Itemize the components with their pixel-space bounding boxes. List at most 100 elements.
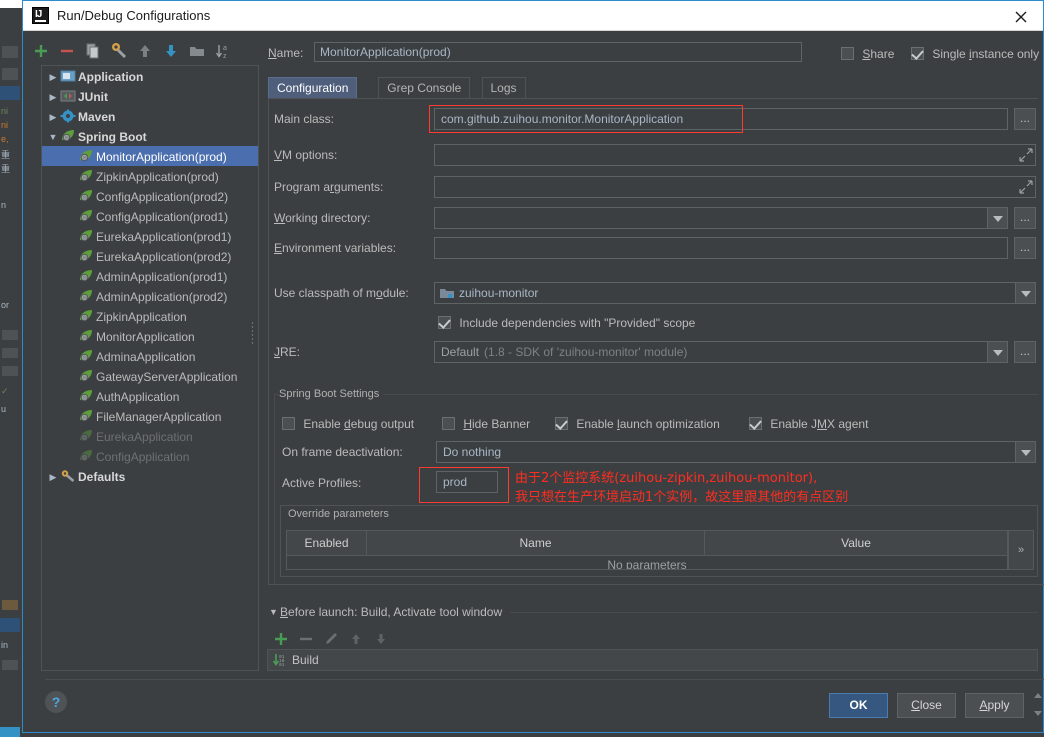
tree-item-adminapplicationprod2[interactable]: ☉ AdminApplication(prod2) xyxy=(42,286,258,306)
move-down-button[interactable] xyxy=(161,41,181,61)
tree-item-monitorapplication[interactable]: ☉ MonitorApplication xyxy=(42,326,258,346)
main-class-browse-button[interactable]: ... xyxy=(1014,108,1036,130)
program-arguments-expand-icon[interactable] xyxy=(1019,180,1033,194)
tree-item-monitorapplicationprod[interactable]: ☉ MonitorApplication(prod) xyxy=(42,146,258,166)
tree-item-eurekaapplication[interactable]: ☉ EurekaApplication xyxy=(42,426,258,446)
enable-jmx-agent-container[interactable]: Enable JMX agent xyxy=(749,416,868,431)
chevron-right-icon[interactable]: ▶ xyxy=(46,87,60,107)
jre-browse-button[interactable]: ... xyxy=(1014,341,1036,363)
tree-item-configapplicationprod1[interactable]: ☉ ConfigApplication(prod1) xyxy=(42,206,258,226)
working-directory-dropdown[interactable] xyxy=(987,208,1007,228)
tree-item-adminaapplication[interactable]: ☉ AdminaApplication xyxy=(42,346,258,366)
enable-jmx-agent-checkbox[interactable] xyxy=(749,417,762,431)
tree-item-authapplication[interactable]: ☉ AuthApplication xyxy=(42,386,258,406)
tree-item-zipkinapplication[interactable]: ☉ ZipkinApplication xyxy=(42,306,258,326)
hide-banner-label[interactable]: Hide Banner xyxy=(463,417,530,431)
chevron-down-icon[interactable]: ▼ xyxy=(46,127,60,147)
ok-button[interactable]: OK xyxy=(829,693,888,718)
single-instance-checkbox[interactable] xyxy=(911,47,924,61)
before-launch-add-button[interactable] xyxy=(271,629,291,649)
vm-options-expand-icon[interactable] xyxy=(1019,148,1033,162)
on-frame-deactivation-dropdown[interactable] xyxy=(1015,442,1035,462)
tree-group-defaults[interactable]: ▶ Defaults xyxy=(42,466,258,486)
enable-launch-optimization-container[interactable]: Enable launch optimization xyxy=(555,416,720,431)
enable-debug-output-container[interactable]: Enable debug output xyxy=(282,416,414,431)
tree-resize-grip[interactable] xyxy=(251,321,254,345)
enable-debug-output-checkbox[interactable] xyxy=(282,417,295,431)
tree-item-filemanagerapplication[interactable]: ☉ FileManagerApplication xyxy=(42,406,258,426)
tree-item-label: FileManagerApplication xyxy=(96,409,222,424)
working-directory-browse-button[interactable]: ... xyxy=(1014,207,1036,229)
classpath-module-combo[interactable]: zuihou-monitor xyxy=(434,282,1036,304)
tree-group-maven[interactable]: ▶ Maven xyxy=(42,106,258,126)
main-class-input[interactable]: com.github.zuihou.monitor.MonitorApplica… xyxy=(434,108,1008,130)
tab-grep-console[interactable]: Grep Console xyxy=(378,77,471,99)
before-launch-task-list[interactable]: 01 10 01 Build xyxy=(267,649,1038,671)
tree-item-adminapplicationprod1[interactable]: ☉ AdminApplication(prod1) xyxy=(42,266,258,286)
svg-text:☉: ☉ xyxy=(83,275,88,281)
share-checkbox-label[interactable]: Share xyxy=(862,47,894,61)
name-input[interactable]: MonitorApplication(prod) xyxy=(314,42,802,62)
tree-item-eurekaapplicationprod1[interactable]: ☉ EurekaApplication(prod1) xyxy=(42,226,258,246)
working-directory-input[interactable] xyxy=(434,207,1008,229)
chevron-right-icon[interactable]: ▶ xyxy=(46,67,60,87)
include-provided-checkbox-container[interactable]: Include dependencies with "Provided" sco… xyxy=(438,315,695,330)
new-folder-button[interactable] xyxy=(187,41,207,61)
before-launch-collapse-arrow[interactable]: ▼ xyxy=(269,607,278,617)
remove-configuration-button[interactable] xyxy=(57,41,77,61)
sort-alphabetically-button[interactable]: a z xyxy=(213,41,233,61)
tree-item-configapplicationprod2[interactable]: ☉ ConfigApplication(prod2) xyxy=(42,186,258,206)
chevron-right-icon[interactable]: ▶ xyxy=(46,467,60,487)
enable-debug-output-label[interactable]: Enable debug output xyxy=(303,417,414,431)
scroll-indicator[interactable] xyxy=(1032,691,1042,721)
edit-templates-wrench-icon[interactable] xyxy=(109,41,129,61)
override-parameters-more-button[interactable]: » xyxy=(1008,530,1034,570)
chevron-right-icon[interactable]: ▶ xyxy=(46,107,60,127)
close-icon[interactable] xyxy=(999,1,1043,30)
add-configuration-button[interactable] xyxy=(31,41,51,61)
configurations-tree[interactable]: ▶ Application ▶ JUnit ▶ Maven ▼ ☉ Spring Boot ☉ Mo… xyxy=(41,65,259,671)
tree-item-eurekaapplicationprod2[interactable]: ☉ EurekaApplication(prod2) xyxy=(42,246,258,266)
spring-boot-settings-title: Spring Boot Settings xyxy=(279,388,386,400)
program-arguments-input[interactable] xyxy=(434,176,1036,198)
classpath-module-dropdown[interactable] xyxy=(1015,283,1035,303)
include-provided-label[interactable]: Include dependencies with "Provided" sco… xyxy=(459,316,695,330)
svg-text:☉: ☉ xyxy=(83,315,88,321)
column-header-value[interactable]: Value xyxy=(705,531,1007,555)
jre-combo[interactable]: Default (1.8 - SDK of 'zuihou-monitor' m… xyxy=(434,341,1008,363)
enable-jmx-agent-label[interactable]: Enable JMX agent xyxy=(770,417,868,431)
column-header-name[interactable]: Name xyxy=(367,531,705,555)
name-field-label: Name: xyxy=(268,46,304,60)
copy-configuration-button[interactable] xyxy=(83,41,103,61)
move-up-button[interactable] xyxy=(135,41,155,61)
single-instance-checkbox-container[interactable]: Single instance only xyxy=(911,46,1039,61)
active-profiles-input[interactable]: prod xyxy=(436,471,498,493)
tab-logs[interactable]: Logs xyxy=(481,77,526,99)
include-provided-checkbox[interactable] xyxy=(438,316,451,330)
environment-variables-browse-button[interactable]: ... xyxy=(1014,237,1036,259)
single-instance-checkbox-label[interactable]: Single instance only xyxy=(932,47,1039,61)
vm-options-input[interactable] xyxy=(434,144,1036,166)
tree-group-application[interactable]: ▶ Application xyxy=(42,66,258,86)
working-directory-label: Working directory: xyxy=(274,211,371,225)
apply-button[interactable]: Apply xyxy=(965,693,1024,718)
hide-banner-checkbox[interactable] xyxy=(442,417,455,431)
on-frame-deactivation-combo[interactable]: Do nothing xyxy=(436,441,1036,463)
close-button[interactable]: Close xyxy=(897,693,956,718)
tree-item-gatewayserverapplication[interactable]: ☉ GatewayServerApplication xyxy=(42,366,258,386)
tree-group-spring-boot[interactable]: ▼ ☉ Spring Boot xyxy=(42,126,258,146)
share-checkbox-container[interactable]: Share xyxy=(841,46,894,61)
environment-variables-input[interactable] xyxy=(434,237,1008,259)
tree-item-zipkinapplicationprod[interactable]: ☉ ZipkinApplication(prod) xyxy=(42,166,258,186)
column-header-enabled[interactable]: Enabled xyxy=(287,531,367,555)
tree-item-configapplication[interactable]: ☉ ConfigApplication xyxy=(42,446,258,466)
help-button[interactable]: ? xyxy=(45,691,67,713)
tab-configuration[interactable]: Configuration xyxy=(268,77,358,99)
hide-banner-container[interactable]: Hide Banner xyxy=(442,416,530,431)
enable-launch-optimization-label[interactable]: Enable launch optimization xyxy=(576,417,719,431)
enable-launch-optimization-checkbox[interactable] xyxy=(555,417,568,431)
before-launch-item[interactable]: 01 10 01 Build xyxy=(268,650,1037,670)
jre-dropdown[interactable] xyxy=(987,342,1007,362)
share-checkbox[interactable] xyxy=(841,47,854,61)
tree-group-junit[interactable]: ▶ JUnit xyxy=(42,86,258,106)
